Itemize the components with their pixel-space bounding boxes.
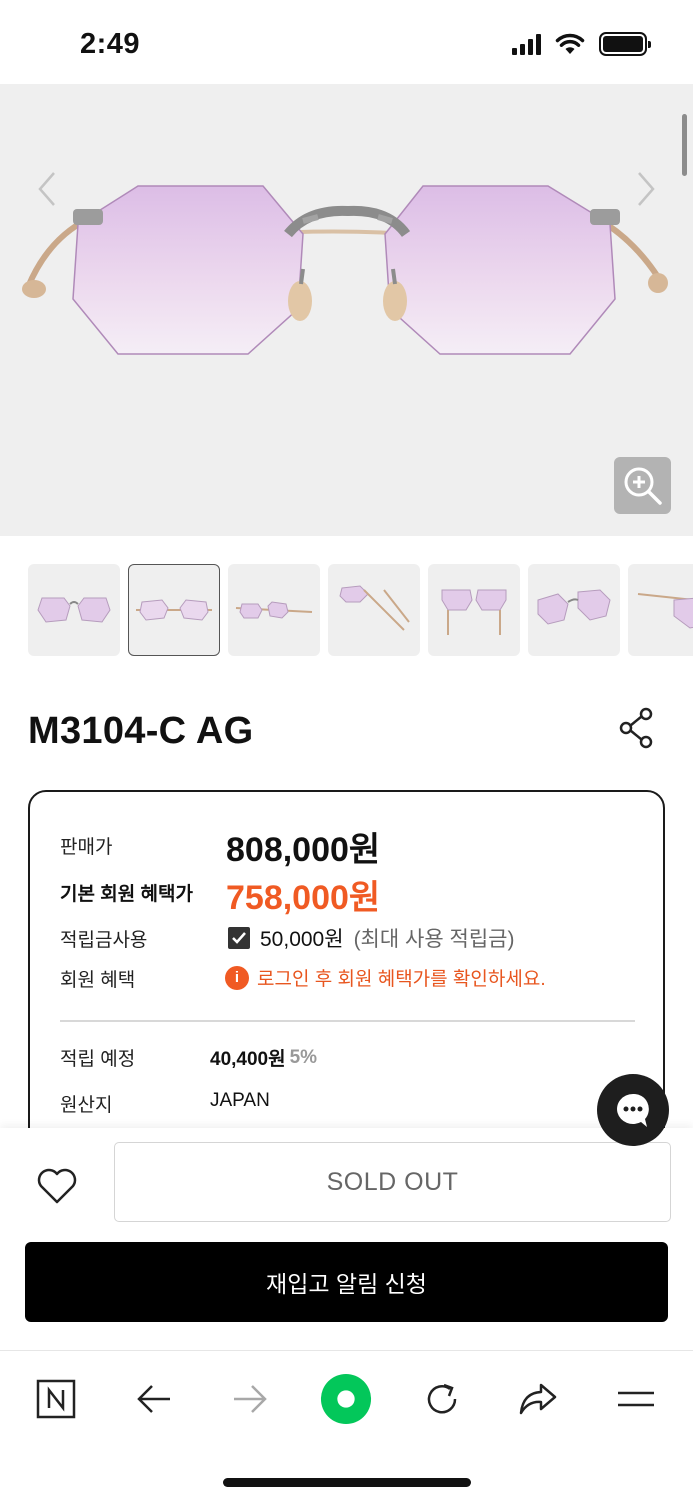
forward-arrow-icon: [234, 1385, 267, 1413]
points-use-checkbox[interactable]: [228, 927, 250, 949]
green-dot-button[interactable]: [320, 1373, 372, 1425]
restock-notify-button[interactable]: 재입고 알림 신청: [25, 1242, 668, 1322]
origin-value-group: JAPAN: [210, 1090, 270, 1112]
menu-button[interactable]: [610, 1373, 662, 1425]
naver-home-icon: [36, 1379, 76, 1419]
accrual-row: 적립 예정: [60, 1044, 135, 1071]
zoom-in-icon: [624, 467, 662, 505]
share-icon[interactable]: [616, 706, 656, 750]
browser-toolbar: [0, 1350, 693, 1500]
points-use-row: 적립금사용: [60, 925, 147, 952]
home-indicator[interactable]: [223, 1478, 471, 1487]
thumbnail[interactable]: [528, 564, 620, 656]
product-title: M3104-C AG: [28, 710, 254, 752]
points-use-control[interactable]: 50,000원 (최대 사용 적립금): [228, 923, 514, 953]
login-benefit-text: 로그인 후 회원 혜택가를 확인하세요.: [257, 969, 546, 990]
thumbnail[interactable]: [428, 564, 520, 656]
status-time: 2:49: [80, 28, 141, 60]
accrual-rate: 5%: [289, 1046, 318, 1068]
accrual-label: 적립 예정: [60, 1049, 136, 1070]
status-icons: [512, 32, 651, 56]
green-dot-icon: [320, 1373, 372, 1425]
product-main-image: [22, 185, 668, 355]
member-price-value: 758,000원: [226, 879, 381, 917]
origin-label: 원산지: [60, 1095, 113, 1116]
sold-out-button[interactable]: SOLD OUT: [114, 1142, 671, 1222]
points-use-note: (최대 사용 적립금): [353, 928, 515, 951]
heart-outline-icon[interactable]: [34, 1164, 80, 1208]
accrual-value-group: 40,400원 5%: [210, 1044, 317, 1071]
cellular-signal-icon: [512, 33, 541, 55]
share-arrow-icon: [519, 1383, 557, 1415]
origin-row: 원산지: [60, 1090, 112, 1117]
menu-icon: [618, 1391, 654, 1407]
login-benefit-notice[interactable]: i 로그인 후 회원 혜택가를 확인하세요.: [225, 964, 546, 991]
chat-bubble-icon: [617, 1093, 649, 1127]
forward-button[interactable]: [224, 1373, 276, 1425]
thumbnail[interactable]: [628, 564, 693, 656]
origin-value: JAPAN: [210, 1090, 270, 1111]
back-button[interactable]: [128, 1373, 180, 1425]
chat-button[interactable]: [597, 1074, 669, 1146]
wifi-icon: [555, 33, 585, 54]
thumbnail[interactable]: [28, 564, 120, 656]
reload-button[interactable]: [416, 1373, 468, 1425]
status-bar: 2:49: [0, 0, 693, 84]
share-page-button[interactable]: [512, 1373, 564, 1425]
zoom-button[interactable]: [614, 457, 671, 514]
sale-price-row: 판매가: [60, 832, 112, 859]
purchase-panel: SOLD OUT 재입고 알림 신청: [0, 1128, 693, 1350]
product-image-gallery[interactable]: [0, 84, 693, 536]
thumbnail-strip: [28, 564, 693, 656]
price-info-box: 판매가 808,000원 기본 회원 혜택가 758,000원 적립금사용 50…: [28, 790, 665, 1150]
back-arrow-icon: [137, 1385, 170, 1413]
battery-icon: [599, 32, 651, 56]
info-icon: i: [225, 965, 249, 990]
divider: [60, 1020, 635, 1022]
benefit-row: 회원 혜택: [60, 965, 135, 992]
points-use-value: 50,000원: [260, 928, 344, 951]
accrual-value: 40,400원: [210, 1049, 286, 1070]
member-price-row: 기본 회원 혜택가: [60, 879, 193, 906]
thumbnail[interactable]: [228, 564, 320, 656]
checkmark-icon: [232, 932, 246, 944]
naver-home-button[interactable]: [30, 1373, 82, 1425]
benefit-label: 회원 혜택: [60, 970, 136, 991]
sale-price-value: 808,000원: [226, 831, 381, 869]
thumbnail-active[interactable]: [128, 564, 220, 656]
sale-price-label: 판매가: [60, 837, 113, 858]
gallery-scrollbar: [682, 114, 687, 176]
points-use-label: 적립금사용: [60, 930, 148, 951]
member-price-label: 기본 회원 혜택가: [60, 884, 193, 905]
thumbnail[interactable]: [328, 564, 420, 656]
reload-icon: [427, 1383, 457, 1414]
